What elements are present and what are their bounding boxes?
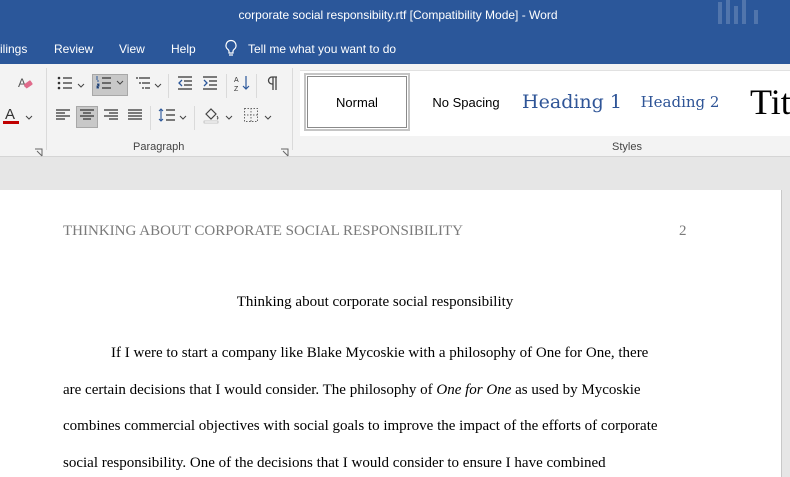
style-heading-2[interactable]: Heading 2 [640,71,720,133]
justify-icon [127,108,143,127]
subgroup-separator [194,106,195,130]
ribbon: A A A Z Paragraph Normal No Spacing Head… [0,64,790,157]
bullets-dropdown[interactable] [76,80,86,90]
bullets-button[interactable] [54,74,76,96]
tab-review[interactable]: Review [54,42,93,56]
title-bar: corporate social responsibiity.rtf [Comp… [0,0,790,34]
subgroup-separator [226,74,227,98]
group-separator [46,68,47,150]
subgroup-separator [168,74,169,98]
numbered-list-icon [96,75,124,96]
style-heading-2-label: Heading 2 [640,93,720,111]
justify-button[interactable] [124,106,146,128]
paragraph-dialog-launcher[interactable] [280,144,289,157]
pilcrow-icon [266,75,280,96]
tab-help[interactable]: Help [171,42,196,56]
multilevel-list-button[interactable] [132,74,154,96]
paragraph-group-label: Paragraph [133,141,185,153]
group-separator [292,68,293,150]
line-spacing-icon [158,107,176,128]
style-heading-1[interactable]: Heading 1 [522,71,622,133]
svg-text:A: A [5,106,15,123]
chevron-down-icon [179,108,187,126]
increase-indent-button[interactable] [199,74,221,96]
decrease-indent-button[interactable] [174,74,196,96]
borders-button[interactable] [240,106,262,128]
text-run: as used by Mycoskie [511,382,641,398]
styles-gallery: Normal No Spacing Heading 1 Heading 2 Ti… [300,70,790,136]
style-heading-1-label: Heading 1 [522,91,622,113]
decrease-indent-icon [177,75,193,96]
chevron-down-icon [25,108,33,126]
font-color-dropdown[interactable] [24,112,34,122]
eraser-icon: A [16,74,34,97]
italic-text-run: One for One [436,382,512,398]
style-no-spacing-label: No Spacing [432,94,500,110]
style-normal-label: Normal [336,94,378,110]
paint-bucket-icon [202,106,220,129]
tell-me-search[interactable]: Tell me what you want to do [224,39,396,59]
shading-dropdown[interactable] [224,112,234,122]
document-title: Thinking about corporate social responsi… [236,294,514,310]
chevron-down-icon [225,108,233,126]
vertical-scrollbar[interactable] [783,190,790,477]
style-title[interactable]: Tit [750,71,790,133]
align-left-icon [55,108,71,127]
svg-text:A: A [18,76,26,90]
tab-mailings[interactable]: ilings [0,42,27,56]
title-bar-decoration [710,0,770,34]
numbering-button[interactable] [92,74,128,96]
chevron-down-icon [264,108,272,126]
borders-dropdown[interactable] [263,112,273,122]
document-page[interactable]: THINKING ABOUT CORPORATE SOCIAL RESPONSI… [0,190,782,477]
lightbulb-icon [224,39,248,60]
page-number: 2 [679,223,687,239]
document-canvas-gap [0,158,790,190]
borders-icon [243,107,259,128]
svg-text:Z: Z [234,86,239,92]
tab-view[interactable]: View [119,42,145,56]
sort-button[interactable]: AZ [231,74,253,96]
line-spacing-dropdown[interactable] [178,112,188,122]
shading-button[interactable] [200,106,222,128]
multilevel-dropdown[interactable] [153,80,163,90]
style-title-label: Tit [750,82,790,122]
bullet-list-icon [57,75,73,96]
align-right-button[interactable] [100,106,122,128]
subgroup-separator [150,106,151,130]
show-hide-marks-button[interactable] [262,74,284,96]
style-normal[interactable]: Normal [304,73,410,131]
clear-formatting-button[interactable]: A [14,74,36,96]
increase-indent-icon [202,75,218,96]
align-left-button[interactable] [52,106,74,128]
font-dialog-launcher[interactable] [34,144,43,157]
paragraph-line: combines commercial objectives with soci… [63,418,658,434]
align-center-button[interactable] [76,106,98,128]
tell-me-label: Tell me what you want to do [248,42,397,56]
style-no-spacing[interactable]: No Spacing [426,71,506,133]
align-center-icon [79,108,95,127]
styles-group-label: Styles [612,141,642,153]
multilevel-list-icon [135,75,151,96]
font-color-icon: A [1,105,21,130]
ribbon-tab-bar: ilings Review View Help Tell me what you… [0,34,790,64]
paragraph-line: social responsibility. One of the decisi… [63,455,606,471]
paragraph-line: If I were to start a company like Blake … [111,345,649,361]
subgroup-separator [256,74,257,98]
running-head: THINKING ABOUT CORPORATE SOCIAL RESPONSI… [63,223,464,239]
svg-text:A: A [234,77,239,84]
chevron-down-icon [154,76,162,94]
sort-icon: AZ [233,74,251,97]
paragraph-line: are certain decisions that I would consi… [63,382,641,399]
line-spacing-button[interactable] [156,106,178,128]
window-title: corporate social responsibiity.rtf [Comp… [238,8,558,22]
chevron-down-icon [77,76,85,94]
font-color-button[interactable]: A [0,106,22,128]
text-run: are certain decisions that I would consi… [63,382,437,398]
align-right-icon [103,108,119,127]
